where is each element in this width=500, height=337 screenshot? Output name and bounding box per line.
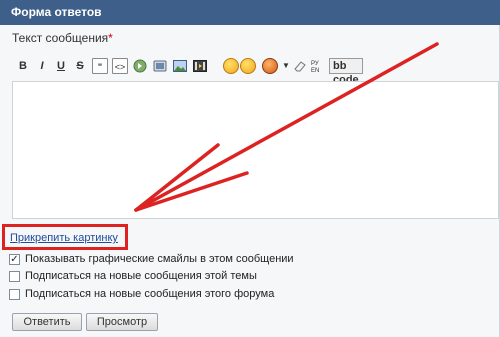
code-icon[interactable]: <> bbox=[112, 58, 128, 74]
preview-button[interactable]: Просмотр bbox=[86, 313, 158, 331]
submit-button[interactable]: Ответить bbox=[12, 313, 82, 331]
reply-form: Форма ответов Текст сообщения* B I U S "… bbox=[0, 0, 500, 337]
audio-icon[interactable] bbox=[132, 58, 148, 74]
form-title: Форма ответов bbox=[11, 5, 102, 19]
translit-icon[interactable]: РУ EN bbox=[310, 58, 326, 74]
required-star: * bbox=[108, 31, 113, 45]
attach-image-link[interactable]: Прикрепить картинку bbox=[10, 232, 118, 244]
sad-smile-icon[interactable] bbox=[240, 58, 256, 74]
underline-icon[interactable]: U bbox=[53, 58, 69, 74]
smile-icon[interactable] bbox=[223, 58, 239, 74]
show-smileys-checkbox[interactable]: ✓ bbox=[9, 254, 20, 265]
strike-icon[interactable]: S bbox=[72, 58, 88, 74]
eraser-icon[interactable] bbox=[292, 58, 308, 74]
option-label: Показывать графические смайлы в этом соо… bbox=[25, 253, 294, 265]
message-textarea[interactable] bbox=[12, 81, 499, 219]
message-label: Текст сообщения* bbox=[12, 31, 113, 45]
option-label: Подписаться на новые сообщения этого фор… bbox=[25, 288, 275, 300]
bold-icon[interactable]: B bbox=[15, 58, 31, 74]
quote-icon[interactable]: " bbox=[92, 58, 108, 74]
image-icon[interactable] bbox=[172, 58, 188, 74]
option-label: Подписаться на новые сообщения этой темы bbox=[25, 270, 257, 282]
video-icon[interactable] bbox=[152, 58, 168, 74]
subscribe-forum-checkbox[interactable] bbox=[9, 289, 20, 300]
message-label-text: Текст сообщения bbox=[12, 31, 109, 45]
italic-icon[interactable]: I bbox=[34, 58, 50, 74]
bbcode-button[interactable]: bb code bbox=[329, 58, 363, 86]
svg-text:РУ: РУ bbox=[311, 61, 319, 67]
media-icon[interactable] bbox=[192, 58, 208, 74]
svg-text:EN: EN bbox=[311, 68, 319, 74]
subscribe-topic-checkbox[interactable] bbox=[9, 271, 20, 282]
form-header: Форма ответов bbox=[0, 0, 500, 25]
devil-smile-icon[interactable] bbox=[262, 58, 278, 74]
